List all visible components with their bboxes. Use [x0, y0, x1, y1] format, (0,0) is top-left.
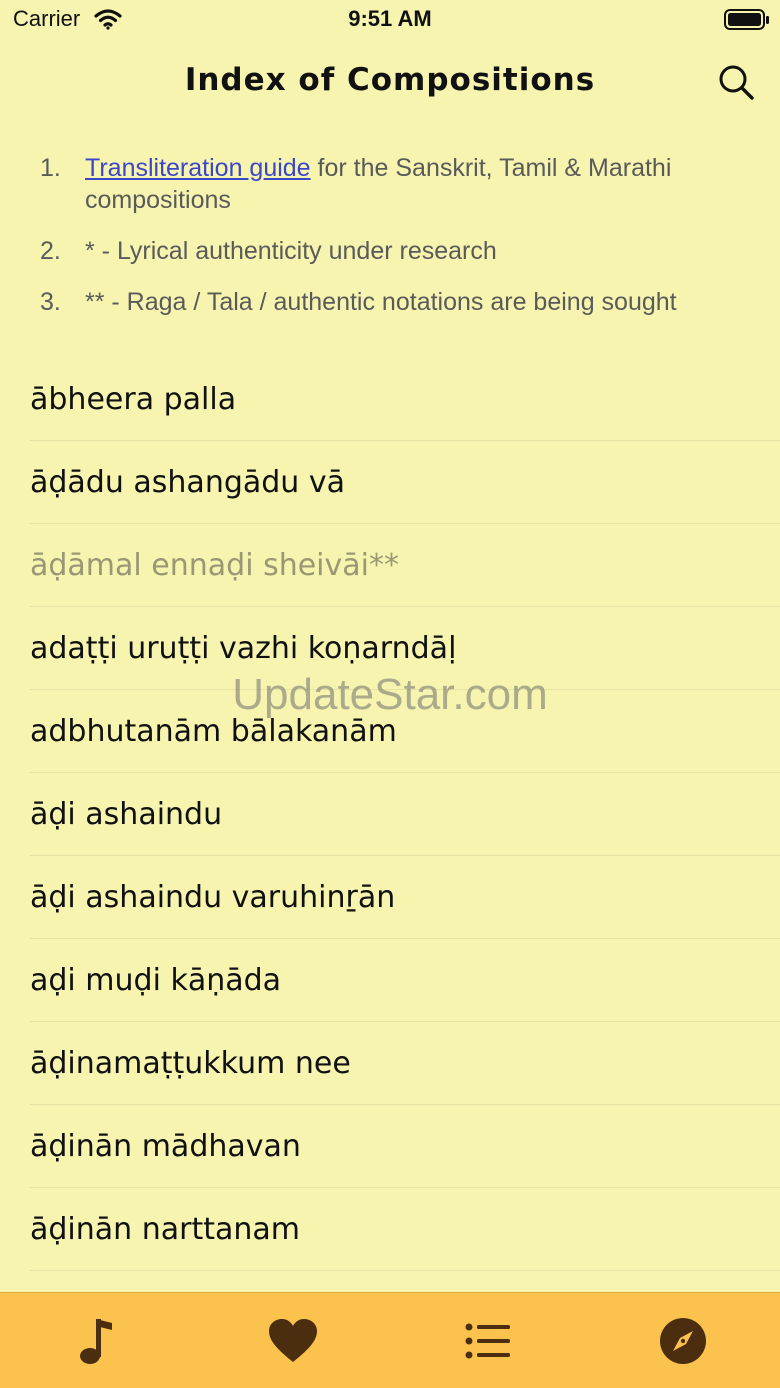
tab-explore[interactable] — [585, 1293, 780, 1388]
tab-index[interactable] — [390, 1293, 585, 1388]
composition-row[interactable]: āḍinamaṭṭukkum nee — [30, 1022, 780, 1105]
composition-row[interactable]: ābheera palla — [30, 358, 780, 441]
note-item: 3. ** - Raga / Tala / authentic notation… — [40, 286, 740, 318]
clock: 9:51 AM — [348, 6, 432, 31]
note-item: 1. Transliteration guide for the Sanskri… — [40, 152, 740, 216]
compass-icon — [659, 1317, 706, 1364]
tab-music[interactable] — [0, 1293, 195, 1388]
heart-icon — [268, 1318, 317, 1362]
composition-row[interactable]: āḍi ashaindu — [30, 773, 780, 856]
list-icon — [465, 1323, 510, 1358]
music-note-icon — [79, 1318, 112, 1364]
page-title: Index of Compositions — [184, 62, 596, 98]
note-item: 2. * - Lyrical authenticity under resear… — [40, 235, 740, 267]
composition-row[interactable]: āḍādu ashangādu vā — [30, 441, 780, 524]
status-bar: Carrier 9:51 AM — [0, 0, 780, 40]
composition-row[interactable]: āḍi ashaindu varuhinṟān — [30, 856, 780, 939]
composition-row[interactable]: aḍi muḍi kāṇāda — [30, 939, 780, 1022]
battery-icon — [724, 9, 770, 35]
note-text: * - Lyrical authenticity under research — [85, 237, 497, 265]
transliteration-guide-link[interactable]: Transliteration guide — [85, 154, 311, 182]
tab-favorites[interactable] — [195, 1293, 390, 1388]
note-number: 1. — [40, 154, 61, 182]
note-text: ** - Raga / Tala / authentic notations a… — [85, 288, 677, 316]
composition-row[interactable]: āḍinān narttanam — [30, 1188, 780, 1271]
note-number: 3. — [40, 288, 61, 316]
composition-row[interactable]: āḍāmal ennaḍi sheivāi** — [30, 524, 780, 607]
composition-list: ābheera palla āḍādu ashangādu vā āḍāmal … — [30, 358, 780, 1271]
note-number: 2. — [40, 237, 61, 265]
watermark: UpdateStar.com — [232, 670, 548, 719]
search-icon[interactable] — [716, 62, 756, 102]
tab-bar — [0, 1292, 780, 1388]
composition-row[interactable]: āḍinān mādhavan — [30, 1105, 780, 1188]
notes-list: 1. Transliteration guide for the Sanskri… — [40, 152, 740, 337]
navigation-bar: Index of Compositions — [0, 50, 780, 114]
